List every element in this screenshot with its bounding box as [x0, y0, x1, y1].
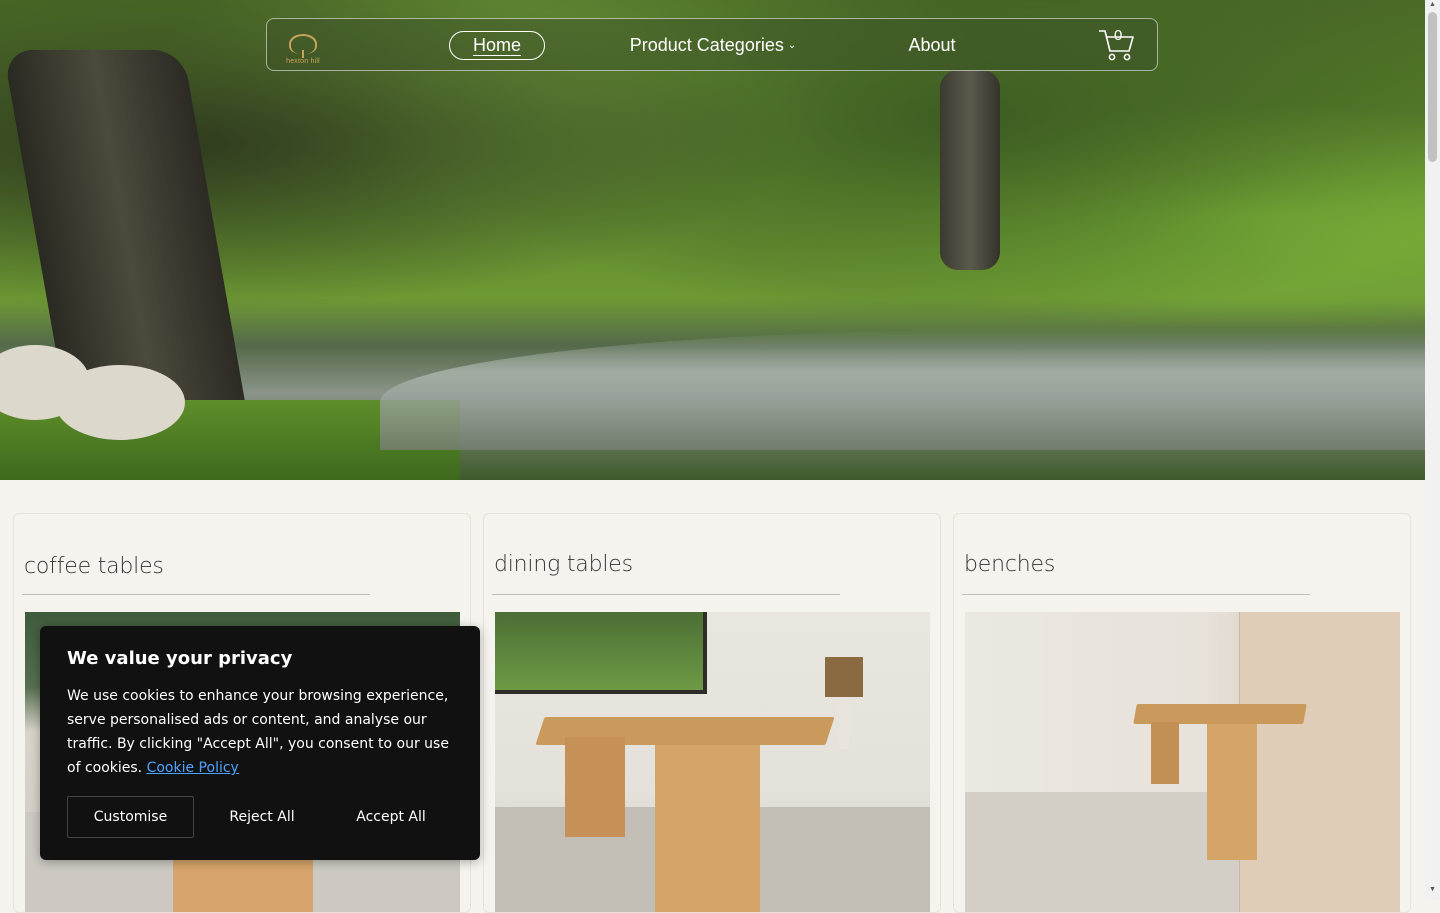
scroll-down-arrow-icon[interactable]: ▼	[1428, 886, 1437, 894]
nav-home-link[interactable]: Home	[449, 31, 545, 60]
nav-about-label: About	[908, 35, 956, 55]
logo-text: hexton hill	[286, 58, 320, 65]
tree-trunk	[940, 70, 1000, 270]
chevron-down-icon: ⌄	[787, 40, 797, 51]
title-divider	[492, 594, 840, 595]
category-card-benches[interactable]: benches	[953, 513, 1411, 913]
cart-button[interactable]: 0	[1097, 25, 1137, 65]
nav-home-label: Home	[472, 35, 521, 56]
cookie-banner-body: We use cookies to enhance your browsing …	[67, 688, 449, 776]
category-card-dining-tables[interactable]: dining tables	[483, 513, 941, 913]
category-image	[495, 612, 930, 912]
title-divider	[22, 594, 370, 595]
title-divider	[962, 594, 1310, 595]
site-logo[interactable]: hexton hill	[275, 24, 331, 66]
nav-about-link[interactable]: About	[887, 19, 977, 72]
reject-all-button[interactable]: Reject All	[207, 796, 317, 838]
scrollbar-thumb[interactable]	[1428, 12, 1437, 162]
accept-all-button[interactable]: Accept All	[336, 796, 446, 838]
cookie-consent-banner: We value your privacy We use cookies to …	[40, 626, 480, 860]
customise-button[interactable]: Customise	[67, 796, 194, 838]
nav-product-categories-label: Product Categories	[629, 35, 784, 55]
nav-product-categories-link[interactable]: Product Categories ⌄	[623, 19, 803, 72]
sheep	[55, 365, 185, 440]
scroll-up-arrow-icon[interactable]: ▲	[1428, 1, 1437, 9]
cookie-policy-link[interactable]: Cookie Policy	[147, 760, 239, 776]
category-title: benches	[964, 552, 1056, 577]
category-image	[965, 612, 1400, 912]
main-navbar: hexton hill Home Product Categories ⌄ Ab…	[266, 18, 1158, 71]
tree-logo-icon	[289, 34, 317, 58]
cookie-banner-title: We value your privacy	[67, 648, 293, 669]
cart-count: 0	[1114, 27, 1123, 44]
hero-image	[0, 0, 1425, 480]
category-title: coffee tables	[24, 554, 164, 579]
river	[380, 330, 1425, 450]
cookie-banner-text: We use cookies to enhance your browsing …	[67, 684, 459, 780]
category-title: dining tables	[494, 552, 633, 577]
